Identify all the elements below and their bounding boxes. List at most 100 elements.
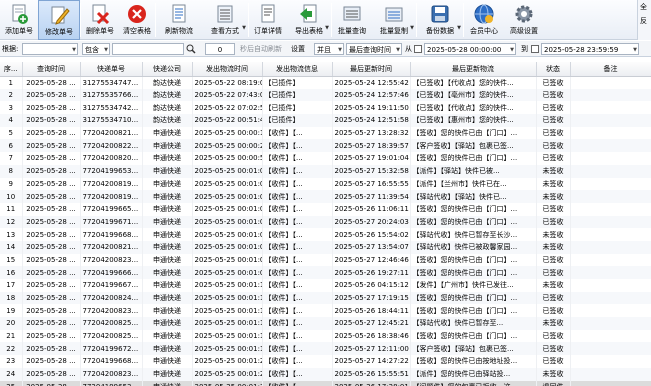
table-row[interactable]: 252025-05-28 ...77204199653...申通快递2025-0… (0, 380, 651, 386)
column-header-last-update-info[interactable]: 最后更新物流 (410, 62, 537, 77)
column-header-last-update-time[interactable]: 最后更新时间 (332, 62, 411, 77)
column-header-index[interactable]: 序... (0, 62, 23, 77)
filter-op-value: 包含 (85, 46, 99, 54)
table-row[interactable]: 12 2025-05-28 ... 77204199671... 申通快递 2025-0… (0, 215, 651, 229)
clear-table-button[interactable]: 清空表格 (119, 0, 155, 40)
auto-refresh-interval-input[interactable]: 0 (205, 43, 235, 55)
edit-button[interactable]: 修改单号 (38, 0, 80, 40)
batch-copy-icon (383, 3, 405, 25)
cell-ship-time: 2025-05-25 00:01:05 (192, 164, 263, 178)
chevron-down-icon: ▼ (338, 47, 342, 53)
cell-last-update-info: 【驿站代收】快件已暂存至... (410, 317, 537, 330)
table-row[interactable]: 24 2025-05-28 ... 77204200823... 申通快递 2025-0… (0, 367, 651, 381)
cell-ship-time: 2025-05-25 00:01:07 (192, 190, 263, 203)
view-mode-button[interactable]: 查看方式 ▼ (202, 0, 248, 40)
cell-tracking-number: 31275535766... (80, 88, 143, 102)
view-mode-label: 查看方式 (211, 27, 239, 35)
export-table-button[interactable]: 导出表格 ▼ (287, 0, 331, 40)
cell-query-time: 2025-05-28 ... (22, 114, 81, 127)
table-row[interactable]: 19 2025-05-28 ... 77204200823... 申通快递 2025-0… (0, 304, 651, 318)
keyword-input[interactable] (112, 43, 184, 55)
cell-status: 已签收 (536, 253, 571, 267)
table-row[interactable]: 1 2025-05-28 ... 31275534747... 韵达快递 2025-05… (0, 76, 651, 89)
delete-button[interactable]: 删除单号 (81, 0, 119, 40)
table-row[interactable]: 15 2025-05-28 ... 77204200823... 申通快递 2025-0… (0, 253, 651, 267)
batch-query-button[interactable]: 批量查询 (332, 0, 372, 40)
table-row[interactable]: 6 2025-05-28 ... 77204200822... 申通快递 2025-05… (0, 139, 651, 153)
table-row[interactable]: 4 2025-05-28 ... 31275534710... 韵达快递 2025-05… (0, 114, 651, 127)
cell-index: 11 (0, 202, 23, 216)
column-header-query-time[interactable]: 查询时间 (22, 62, 81, 77)
time-field-select[interactable]: 最后查询时间 ▼ (346, 43, 402, 55)
table-row[interactable]: 23 2025-05-28 ... 77204199668... 申通快递 2025-0… (0, 355, 651, 368)
column-header-status[interactable]: 状态 (536, 62, 571, 77)
column-header-ship-time[interactable]: 发出物流时间 (192, 62, 263, 77)
cell-remark (570, 177, 651, 191)
table-row[interactable]: 7 2025-05-28 ... 77204200820... 申通快递 2025-05… (0, 152, 651, 165)
column-header-courier[interactable]: 快递公司 (142, 62, 193, 77)
cell-remark (570, 342, 651, 356)
filter-op-select[interactable]: 包含 ▼ (82, 43, 110, 55)
cell-last-update-info: 【签收】您的快件已由按地址投... (410, 355, 537, 368)
batch-copy-button[interactable]: 批量复制 ▼ (372, 0, 416, 40)
advanced-settings-button[interactable]: 高级设置 (504, 0, 544, 40)
filter-field-select[interactable]: ▼ (22, 43, 78, 55)
order-detail-button[interactable]: 订单详情 (249, 0, 287, 40)
cell-ship-time: 2025-05-25 00:01:19 (192, 342, 263, 356)
cell-last-update-time: 2025-05-24 19:11:50 (332, 101, 411, 115)
cell-query-time: 2025-05-28 ... (22, 76, 81, 89)
column-header-remark[interactable]: 备注 (570, 62, 651, 77)
filter-bar: 根据: ▼ 包含 ▼ 0 秒后自动刷新 设置 并且 ▼ 最后查询时间 ▼ 从 2… (0, 41, 651, 57)
table-row[interactable]: 8 2025-05-28 ... 77204199653... 申通快递 2025-05… (0, 164, 651, 178)
table-row[interactable]: 18 2025-05-28 ... 77204200824... 申通快递 2025-0… (0, 291, 651, 305)
cell-remark (570, 355, 651, 368)
table-row[interactable]: 11 2025-05-28 ... 77204199665... 申通快递 2025-0… (0, 202, 651, 216)
cell-remark (570, 164, 651, 178)
cell-tracking-number: 77204200823... (80, 253, 143, 267)
cell-ship-info: 【收件】【... (262, 202, 333, 216)
table-row[interactable]: 2 2025-05-28 ... 31275535766... 韵达快递 2025-05… (0, 88, 651, 102)
table-row[interactable]: 21 2025-05-28 ... 77204200825... 申通快递 2025-0… (0, 329, 651, 343)
cell-courier: 韵达快递 (142, 88, 193, 102)
from-date-checkbox[interactable] (414, 45, 422, 53)
table-row[interactable]: 20 2025-05-28 ... 77204200825... 申通快递 2025-0… (0, 317, 651, 330)
to-date-picker[interactable]: 2025-05-28 23:59:59 ▼ (541, 43, 639, 55)
column-header-ship-info[interactable]: 发出物流信息 (262, 62, 333, 77)
search-button[interactable] (186, 43, 196, 55)
refresh-logistics-button[interactable]: 刷新物流 (156, 0, 202, 40)
table-row[interactable]: 13 2025-05-28 ... 77204199668... 申通快递 2025-0… (0, 228, 651, 241)
member-center-button[interactable]: 会员中心 (464, 0, 504, 40)
table-row[interactable]: 16 2025-05-28 ... 77204199666... 申通快递 2025-0… (0, 266, 651, 279)
backup-data-button[interactable]: 备份数据 ▼ (417, 0, 463, 40)
cell-last-update-time: 2025-05-27 13:28:32 (332, 126, 411, 140)
cell-last-update-time: 2025-05-24 12:51:58 (332, 114, 411, 127)
table-row[interactable]: 5 2025-05-28 ... 77204200821... 申通快递 2025-05… (0, 126, 651, 140)
invert-select-button[interactable]: 反 (638, 14, 651, 28)
add-button[interactable]: 添加单号 (0, 0, 38, 40)
cell-status: 已签收 (536, 76, 571, 89)
logic-select[interactable]: 并且 ▼ (314, 43, 344, 55)
auto-refresh-settings-link[interactable]: 设置 (291, 43, 305, 55)
cell-tracking-number: 77204199653... (80, 164, 143, 178)
cell-last-update-time: 2025-05-27 11:39:54 (332, 190, 411, 203)
table-row[interactable]: 17 2025-05-28 ... 77204199667... 申通快递 2025-0… (0, 279, 651, 292)
logistics-table[interactable]: 序... 查询时间 快递单号 快递公司 发出物流时间 发出物流信息 最后更新时间… (0, 62, 651, 386)
table-row[interactable]: 9 2025-05-28 ... 77204200819... 申通快递 2025-05… (0, 177, 651, 191)
cell-ship-time: 2025-05-25 00:00:11 (192, 126, 263, 140)
table-row[interactable]: 10 2025-05-28 ... 77204200819... 申通快递 2025-0… (0, 190, 651, 203)
select-all-button[interactable]: 全 (638, 0, 651, 14)
table-row[interactable]: 14 2025-05-28 ... 77204200821... 申通快递 2025-0… (0, 240, 651, 254)
to-label: 到 (521, 45, 528, 53)
cell-last-update-time: 2025-05-27 14:27:22 (332, 355, 411, 368)
table-row[interactable]: 3 2025-05-28 ... 31275534742... 韵达快递 2025-05… (0, 101, 651, 115)
column-header-tracking-number[interactable]: 快递单号 (80, 62, 143, 77)
table-row[interactable]: 22 2025-05-28 ... 77204199672... 申通快递 2025-0… (0, 342, 651, 356)
backup-data-label: 备份数据 (426, 27, 454, 35)
search-icon (186, 44, 196, 54)
cell-status: 已签收 (536, 291, 571, 305)
from-date-picker[interactable]: 2025-05-28 00:00:00 ▼ (424, 43, 516, 55)
cell-tracking-number: 77204200825... (80, 329, 143, 343)
to-date-checkbox[interactable] (531, 45, 539, 53)
time-field-value: 最后查询时间 (349, 46, 391, 54)
cell-remark (570, 266, 651, 279)
